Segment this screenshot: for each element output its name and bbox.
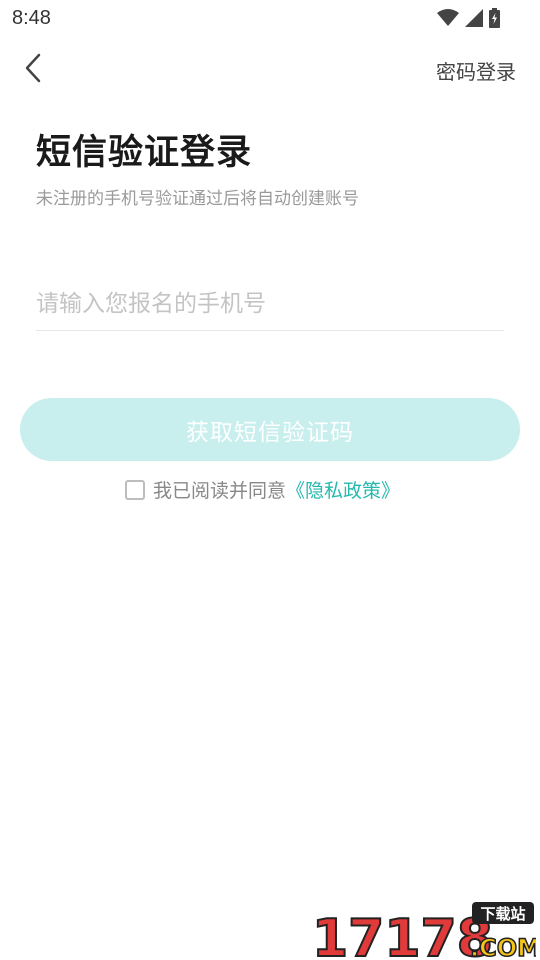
battery-icon	[489, 8, 500, 28]
agree-text: 我已阅读并同意	[153, 480, 287, 502]
watermark-number: 17178	[312, 909, 493, 960]
chevron-left-icon	[25, 53, 41, 83]
phone-input[interactable]	[36, 280, 504, 328]
privacy-policy-link[interactable]: 《隐私政策》	[286, 476, 400, 503]
password-login-link[interactable]: 密码登录	[436, 56, 516, 85]
agreement-row: 我已阅读并同意 《隐私政策》	[125, 476, 400, 503]
wifi-icon	[437, 9, 459, 26]
watermark-dotcom: .COM	[470, 934, 536, 960]
watermark-logo: 17178 下载站 .COM	[312, 902, 536, 960]
agree-checkbox[interactable]	[125, 479, 145, 500]
status-icons	[437, 8, 500, 28]
page-title: 短信验证登录	[36, 133, 253, 173]
status-bar: 8:48	[0, 0, 540, 36]
watermark-tag: 下载站	[480, 905, 525, 923]
page-subtitle: 未注册的手机号验证通过后将自动创建账号	[36, 189, 359, 209]
back-button[interactable]	[18, 50, 48, 86]
signal-icon	[465, 9, 483, 27]
get-code-button[interactable]: 获取短信验证码	[20, 398, 520, 461]
status-time: 8:48	[12, 7, 51, 29]
phone-field	[36, 280, 504, 331]
